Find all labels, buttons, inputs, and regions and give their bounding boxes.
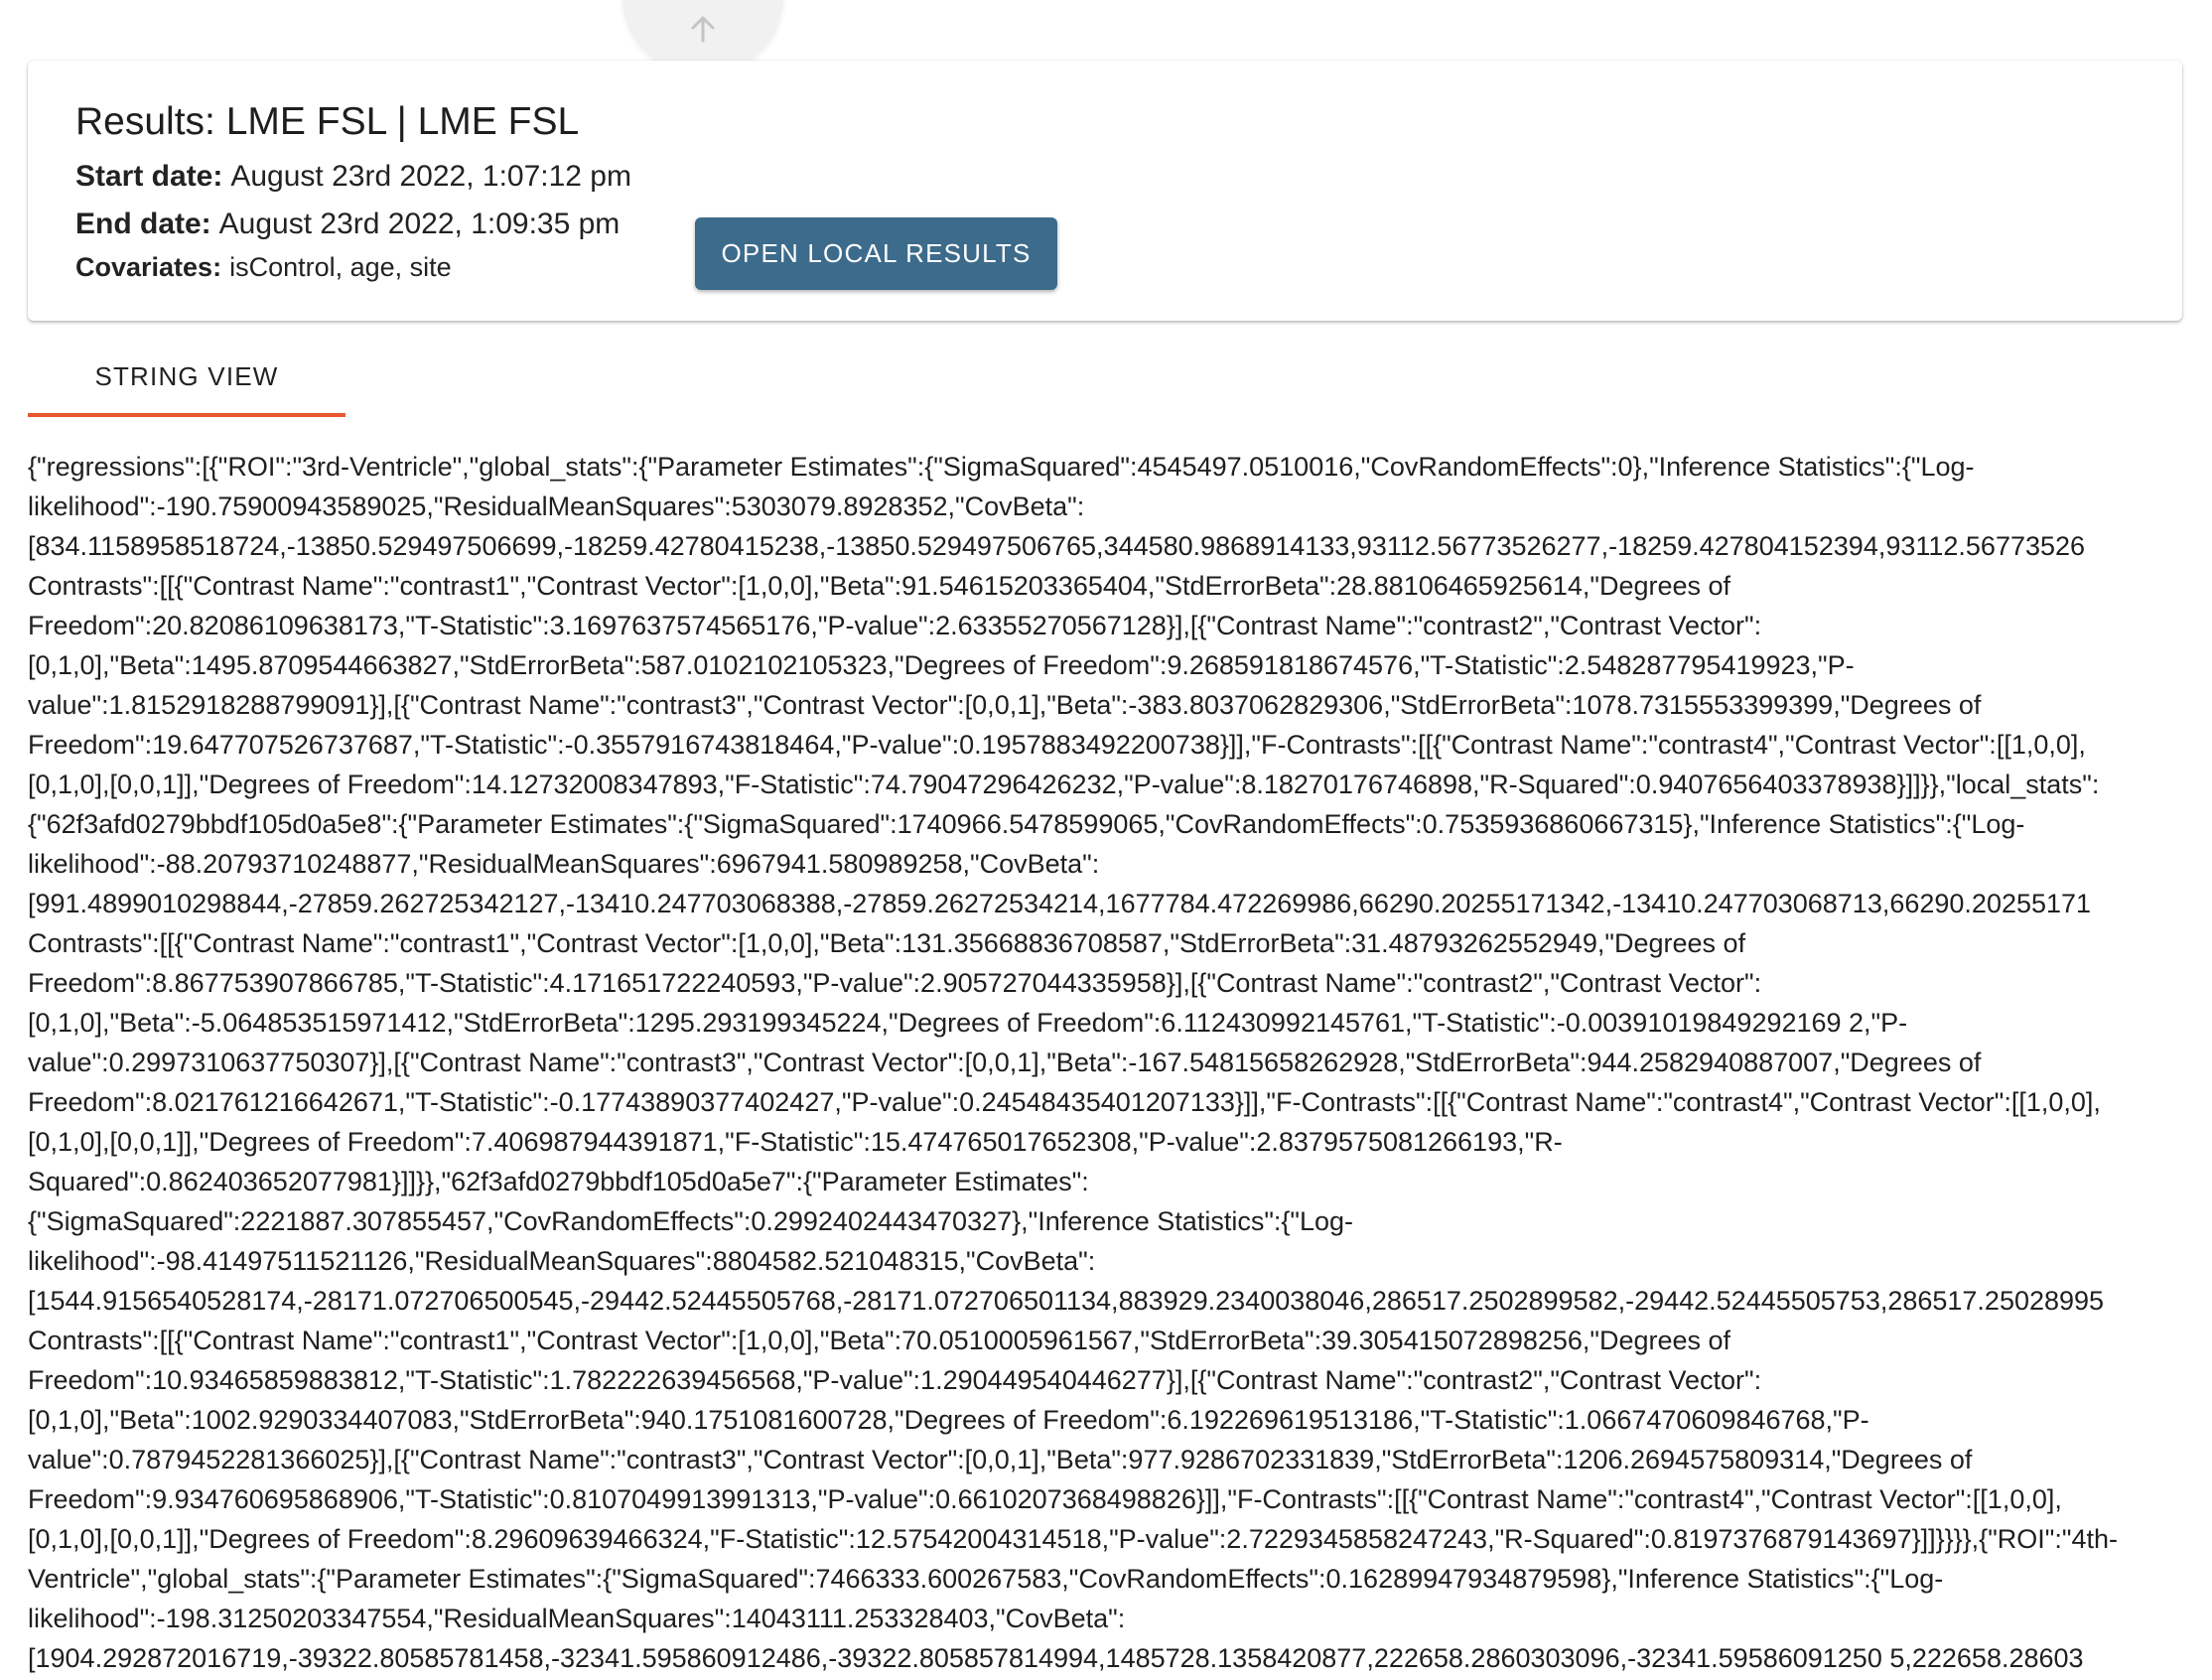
result-line: Freedom":20.82086109638173,"T-Statistic"… bbox=[28, 611, 1762, 640]
result-line: value":0.2997310637750307}],[{"Contrast … bbox=[28, 1048, 1982, 1077]
result-line: [0,1,0],[0,0,1]],"Degrees of Freedom":7.… bbox=[28, 1127, 1563, 1157]
result-line: value":0.7879452281366025}],[{"Contrast … bbox=[28, 1445, 1973, 1474]
covariates-value: isControl, age, site bbox=[229, 252, 452, 282]
result-line: [0,1,0],[0,0,1]],"Degrees of Freedom":8.… bbox=[28, 1524, 2118, 1554]
result-line: likelihood":-190.75900943589025,"Residua… bbox=[28, 491, 1085, 521]
end-date-row: End date: August 23rd 2022, 1:09:35 pm bbox=[75, 208, 620, 241]
result-line: [991.4899010298844,-27859.262725342127,-… bbox=[28, 889, 2092, 918]
results-string-view: {"regressions":[{"ROI":"3rd-Ventricle","… bbox=[28, 447, 2212, 1678]
tab-string-view[interactable]: STRING VIEW bbox=[28, 336, 346, 417]
result-line: {"62f3afd0279bbdf105d0a5e8":{"Parameter … bbox=[28, 809, 2025, 839]
result-line: Ventricle","global_stats":{"Parameter Es… bbox=[28, 1564, 1944, 1594]
result-line: [0,1,0],"Beta":-5.064853515971412,"StdEr… bbox=[28, 1008, 1908, 1038]
result-line: Freedom":8.867753907866785,"T-Statistic"… bbox=[28, 968, 1762, 998]
start-date-row: Start date: August 23rd 2022, 1:07:12 pm bbox=[75, 160, 631, 194]
result-line: [1904.292872016719,-39322.80585781458,-3… bbox=[28, 1643, 2084, 1673]
result-line: [834.1158958518724,-13850.529497506699,-… bbox=[28, 531, 2086, 561]
page-title: Results: LME FSL | LME FSL bbox=[75, 100, 580, 143]
result-line: Freedom":19.647707526737687,"T-Statistic… bbox=[28, 730, 2086, 760]
tab-active-indicator bbox=[28, 413, 346, 417]
start-date-value: August 23rd 2022, 1:07:12 pm bbox=[230, 160, 631, 193]
result-line: {"regressions":[{"ROI":"3rd-Ventricle","… bbox=[28, 452, 1975, 482]
result-line: [0,1,0],"Beta":1002.9290334407083,"StdEr… bbox=[28, 1405, 1869, 1435]
result-line: Contrasts":[[{"Contrast Name":"contrast1… bbox=[28, 928, 1746, 958]
result-line: Freedom":8.021761216642671,"T-Statistic"… bbox=[28, 1087, 2101, 1117]
end-date-value: August 23rd 2022, 1:09:35 pm bbox=[218, 208, 621, 240]
results-page: Results: LME FSL | LME FSL Start date: Au… bbox=[0, 0, 2212, 1680]
result-line: Squared":0.862403652077981}]]}},"62f3afd… bbox=[28, 1167, 1089, 1196]
result-line: Contrasts":[[{"Contrast Name":"contrast1… bbox=[28, 1326, 1731, 1355]
result-line: [0,1,0],[0,0,1]],"Degrees of Freedom":14… bbox=[28, 770, 2100, 799]
result-line: likelihood":-98.41497511521126,"Residual… bbox=[28, 1246, 1096, 1276]
result-line: [1544.9156540528174,-28171.072706500545,… bbox=[28, 1286, 2105, 1316]
end-date-label: End date: bbox=[75, 208, 211, 240]
result-line: [0,1,0],"Beta":1495.8709544663827,"StdEr… bbox=[28, 650, 1855, 680]
result-line: Freedom":9.934760695868906,"T-Statistic"… bbox=[28, 1484, 2062, 1514]
results-header-card: Results: LME FSL | LME FSL Start date: Au… bbox=[28, 61, 2182, 321]
result-line: {"SigmaSquared":2221887.307855457,"CovRa… bbox=[28, 1206, 1354, 1236]
result-line: value":1.8152918288799091}],[{"Contrast … bbox=[28, 690, 1982, 720]
result-line: Freedom":10.93465859883812,"T-Statistic"… bbox=[28, 1365, 1762, 1395]
open-local-results-button[interactable]: OPEN LOCAL RESULTS bbox=[695, 217, 1057, 290]
covariates-label: Covariates: bbox=[75, 252, 222, 282]
start-date-label: Start date: bbox=[75, 160, 223, 193]
covariates-row: Covariates: isControl, age, site bbox=[75, 252, 452, 283]
result-line: likelihood":-88.20793710248877,"Residual… bbox=[28, 849, 1100, 879]
arrow-up-icon bbox=[691, 16, 715, 43]
result-line: likelihood":-198.31250203347554,"Residua… bbox=[28, 1604, 1126, 1633]
result-line: Contrasts":[[{"Contrast Name":"contrast1… bbox=[28, 571, 1731, 601]
